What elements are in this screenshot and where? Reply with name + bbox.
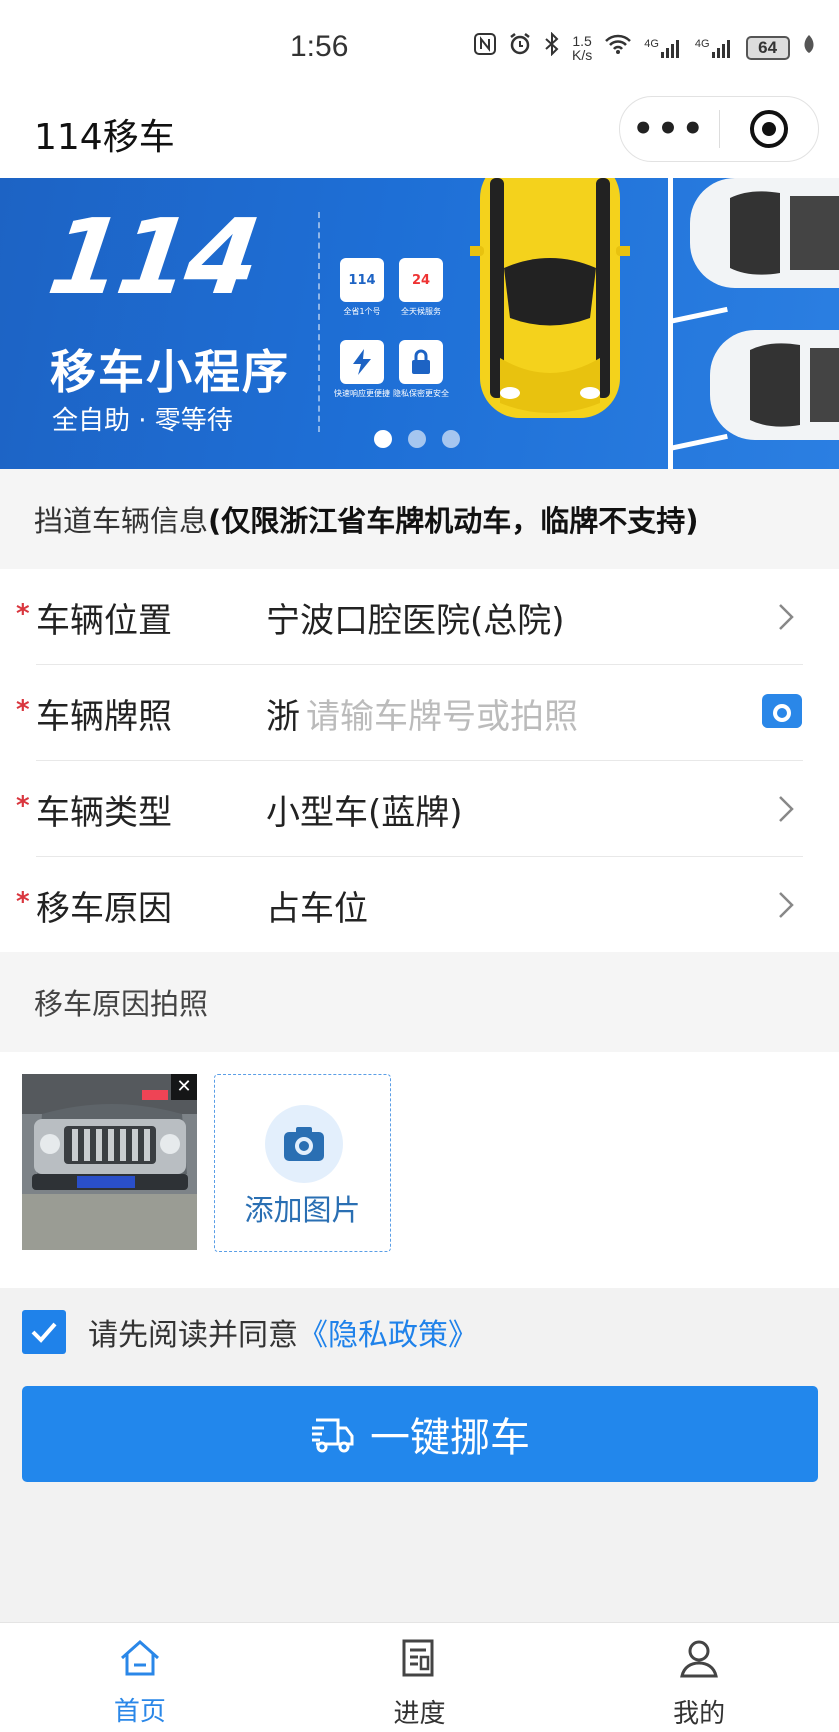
tab-label: 进度: [393, 1699, 446, 1729]
banner-divider: [318, 212, 320, 432]
carousel-dot[interactable]: [408, 430, 426, 448]
required-mark: *: [16, 791, 30, 821]
feature-caption: 全天候服务: [401, 307, 441, 316]
car-photo-image: [22, 1074, 197, 1250]
remove-photo-button[interactable]: ✕: [171, 1074, 197, 1100]
close-mini-program-button[interactable]: [720, 110, 818, 148]
camera-icon[interactable]: [762, 694, 802, 728]
mini-program-capsule: •••: [619, 96, 819, 162]
one-click-move-label: 一键挪车: [370, 1415, 530, 1461]
required-mark: *: [16, 695, 30, 725]
reason-photo-heading: 移车原因拍照: [0, 952, 839, 1052]
license-plate-row[interactable]: * 车辆牌照 浙请输车牌号或拍照: [0, 665, 839, 761]
privacy-policy-link[interactable]: 《隐私政策》: [298, 1310, 478, 1354]
page-title: 114移车: [34, 117, 175, 158]
agree-checkbox[interactable]: [22, 1310, 66, 1354]
bottom-tab-bar: 首页 进度 我的: [0, 1622, 839, 1732]
chevron-right-icon: [779, 892, 794, 918]
vehicle-info-heading: 挡道车辆信息 (仅限浙江省车牌机动车，临牌不支持): [0, 469, 839, 569]
carousel-indicator: [374, 430, 460, 448]
tab-progress[interactable]: 进度: [280, 1623, 560, 1732]
nfc-icon: [474, 33, 496, 62]
uploaded-photo-thumbnail[interactable]: ✕: [22, 1074, 197, 1250]
status-time: 1:56: [290, 30, 349, 63]
banner-subtitle: 移车小程序: [50, 345, 290, 399]
nav-bar: 114移车 •••: [0, 96, 839, 178]
promo-banner[interactable]: 114 移车小程序 全自助 · 零等待 114 全省1个号 24 全天候服务 快…: [0, 178, 839, 469]
wifi-icon: [604, 33, 632, 62]
signal-2: 4G: [695, 38, 734, 58]
field-label: 车辆位置: [36, 601, 172, 641]
leaf-icon: [802, 33, 816, 62]
field-label: 车辆类型: [36, 793, 172, 833]
lock-icon: [399, 340, 443, 384]
banner-slogan: 全自助 · 零等待: [52, 406, 233, 436]
section-title: 挡道车辆信息: [34, 504, 209, 538]
white-car-image: [710, 330, 839, 440]
move-reason-value[interactable]: 占车位: [266, 881, 368, 930]
photo-upload-area: ✕ 添加图片: [0, 1052, 839, 1288]
field-label: 移车原因: [36, 889, 172, 929]
white-car-image: [690, 178, 839, 288]
tab-mine[interactable]: 我的: [559, 1623, 839, 1732]
yellow-car-image: [470, 178, 630, 418]
plate-province-prefix[interactable]: 浙: [266, 697, 300, 737]
province-map-icon: 114: [340, 258, 384, 302]
carousel-dot[interactable]: [442, 430, 460, 448]
signal-1: 4G: [644, 38, 683, 58]
vehicle-type-value[interactable]: 小型车(蓝牌): [266, 785, 463, 834]
camera-icon: [284, 1127, 324, 1161]
license-plate-input[interactable]: 浙请输车牌号或拍照: [266, 689, 578, 738]
vehicle-form: * 车辆位置 宁波口腔医院(总院) * 车辆牌照 浙请输车牌号或拍照 * 车辆类…: [0, 569, 839, 952]
alarm-icon: [508, 32, 532, 63]
user-icon: [680, 1640, 719, 1678]
one-click-move-button[interactable]: 一键挪车: [22, 1386, 818, 1482]
clock-24-icon: 24: [399, 258, 443, 302]
chevron-right-icon: [779, 604, 794, 630]
more-menu-button[interactable]: •••: [620, 112, 719, 146]
required-mark: *: [16, 887, 30, 917]
plate-placeholder: 请输车牌号或拍照: [306, 697, 578, 737]
feature-caption: 隐私保密更安全: [393, 389, 449, 398]
vehicle-type-row[interactable]: * 车辆类型 小型车(蓝牌): [0, 761, 839, 857]
move-reason-row[interactable]: * 移车原因 占车位: [0, 857, 839, 953]
carousel-dot[interactable]: [374, 430, 392, 448]
add-photo-camera: [265, 1105, 343, 1183]
battery-indicator: 64: [745, 35, 790, 60]
chevron-right-icon: [779, 796, 794, 822]
home-icon: [120, 1639, 159, 1676]
field-label: 车辆牌照: [36, 697, 172, 737]
required-mark: *: [16, 599, 30, 629]
tab-label: 我的: [673, 1699, 726, 1729]
progress-document-icon: [402, 1639, 433, 1677]
agreement-text: 请先阅读并同意: [88, 1318, 298, 1353]
status-bar: 1:56 1.5 K/s 4G 4G 64: [0, 0, 839, 96]
lightning-icon: [340, 340, 384, 384]
tab-label: 首页: [113, 1697, 166, 1727]
status-icons: 1.5 K/s 4G 4G 64: [474, 31, 816, 63]
vehicle-location-value[interactable]: 宁波口腔医院(总院): [266, 593, 565, 642]
add-photo-button[interactable]: 添加图片: [214, 1074, 391, 1252]
check-icon: [31, 1322, 57, 1343]
privacy-agreement: 请先阅读并同意 《隐私政策》: [22, 1310, 478, 1354]
truck-icon: [312, 1418, 354, 1453]
banner-number: 114: [41, 196, 264, 318]
target-icon: [749, 110, 788, 148]
tab-home[interactable]: 首页: [0, 1623, 280, 1732]
add-photo-label: 添加图片: [244, 1193, 361, 1227]
section-restriction-note: (仅限浙江省车牌机动车，临牌不支持): [208, 504, 699, 538]
vehicle-location-row[interactable]: * 车辆位置 宁波口腔医院(总院): [0, 569, 839, 665]
bluetooth-icon: [544, 31, 560, 63]
network-speed: 1.5 K/s: [572, 32, 593, 63]
